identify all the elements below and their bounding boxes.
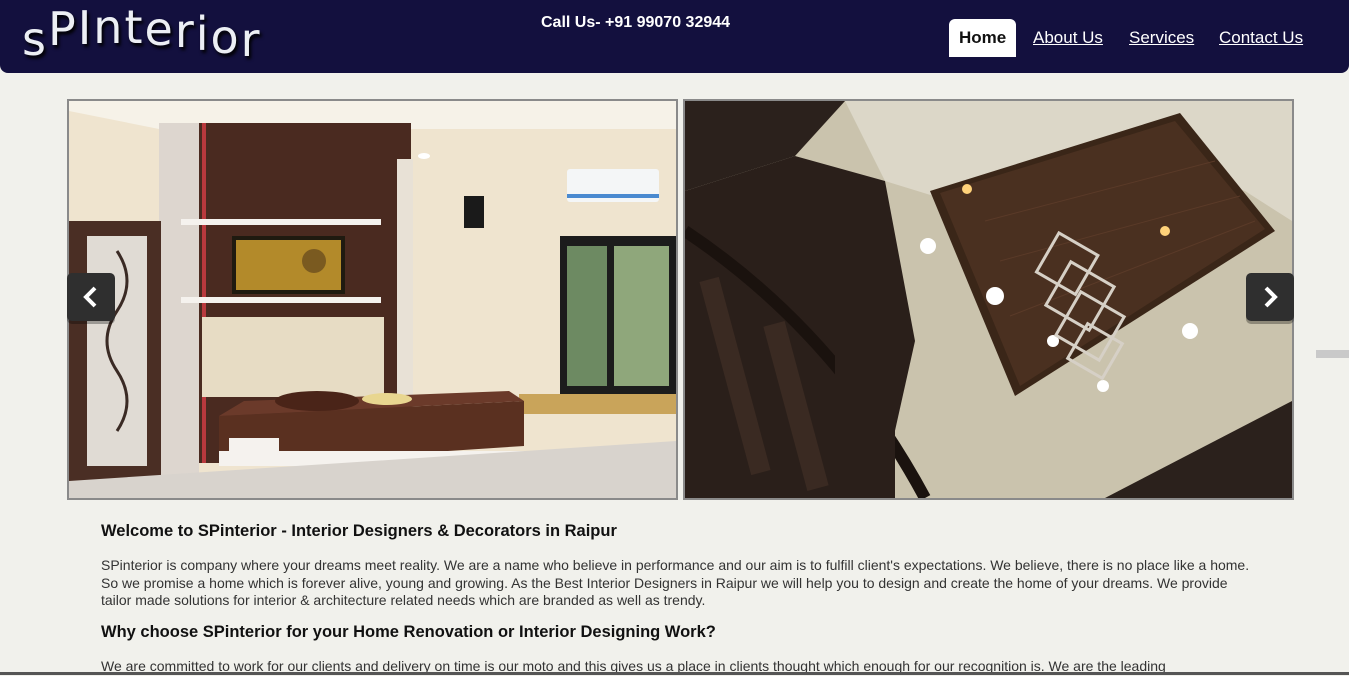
slide-bedroom-image: [67, 99, 678, 500]
slider-next-button[interactable]: [1246, 273, 1294, 321]
site-logo[interactable]: sPInterior: [22, 0, 282, 67]
nav-about-us[interactable]: About Us: [1033, 19, 1103, 57]
welcome-paragraph: SPinterior is company where your dreams …: [101, 557, 1250, 608]
slider-prev-button[interactable]: [67, 273, 115, 321]
chevron-left-icon: [83, 286, 97, 308]
nav-home[interactable]: Home: [949, 19, 1017, 57]
phone-number: Call Us- +91 99070 32944: [541, 14, 731, 31]
nav-services[interactable]: Services: [1129, 19, 1194, 57]
chevron-right-icon: [1264, 286, 1278, 308]
welcome-heading: Welcome to SPinterior - Interior Designe…: [101, 522, 617, 540]
side-feedback-tab[interactable]: [1316, 350, 1349, 358]
slide-ceiling-image: [683, 99, 1294, 500]
nav-contact-us[interactable]: Contact Us: [1219, 19, 1303, 57]
site-header: sPInterior Call Us- +91 99070 32944 Home…: [0, 0, 1349, 73]
why-choose-heading: Why choose SPinterior for your Home Reno…: [101, 623, 716, 641]
